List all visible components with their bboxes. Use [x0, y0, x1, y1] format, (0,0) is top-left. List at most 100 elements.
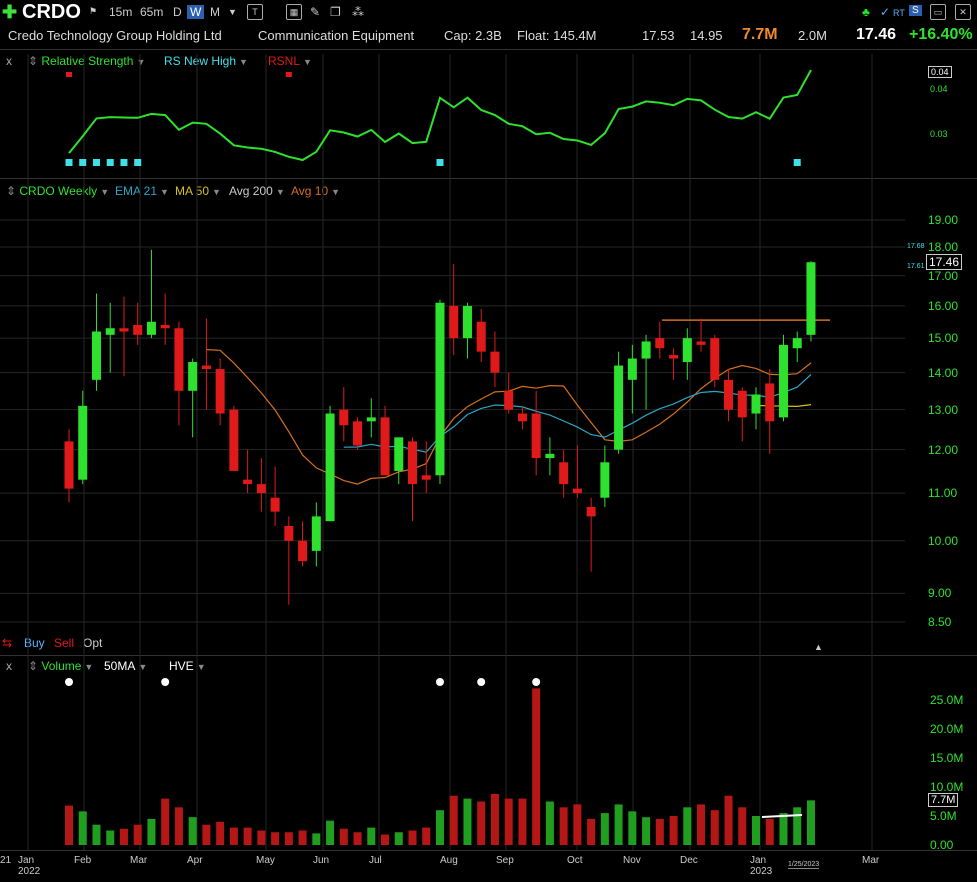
- candle-body: [421, 475, 431, 480]
- hve-dot: [477, 678, 486, 686]
- candle-body: [270, 497, 280, 512]
- candle-body: [682, 338, 692, 363]
- candle-body: [91, 331, 101, 380]
- candle-body: [188, 362, 198, 391]
- volume-bar: [229, 827, 238, 845]
- volume-bar: [532, 688, 541, 845]
- hve-dot: [435, 678, 444, 686]
- candle-body: [627, 358, 637, 380]
- candle-body: [325, 413, 335, 522]
- candle-body: [737, 390, 747, 418]
- volume-bar: [614, 804, 623, 845]
- volume-bar: [216, 821, 225, 845]
- volume-bar: [806, 800, 815, 845]
- volume-bar: [710, 810, 719, 845]
- candle-body: [600, 462, 610, 498]
- candle-body: [641, 341, 651, 359]
- candle-body: [545, 453, 555, 459]
- candle-body: [201, 365, 211, 370]
- volume-bar: [174, 807, 183, 845]
- hve-dot: [532, 678, 541, 686]
- candle-body: [751, 394, 761, 414]
- volume-bar: [119, 828, 128, 845]
- volume-bar: [655, 818, 664, 845]
- volume-bar: [793, 807, 802, 845]
- rs-new-high-marker: [92, 159, 100, 166]
- volume-bar: [422, 827, 431, 845]
- volume-bar: [284, 832, 293, 845]
- candle-body: [174, 328, 184, 391]
- chart-canvas[interactable]: [0, 0, 977, 882]
- candle-body: [559, 462, 569, 485]
- rs-new-high-marker: [65, 159, 73, 166]
- candle-body: [765, 383, 775, 422]
- candle-body: [724, 379, 734, 410]
- volume-bar: [600, 813, 609, 845]
- volume-bar: [339, 828, 348, 845]
- volume-bar: [381, 834, 390, 845]
- candle-body: [462, 305, 472, 339]
- candle-body: [105, 328, 115, 335]
- volume-bar: [147, 818, 156, 845]
- candle-body: [366, 417, 376, 422]
- volume-bar: [477, 801, 486, 845]
- volume-bar: [724, 795, 733, 845]
- rs-new-high-marker: [79, 159, 87, 166]
- avg10-line: [206, 349, 812, 485]
- candle-body: [792, 338, 802, 349]
- candle-body: [435, 302, 445, 476]
- candle-body: [229, 409, 239, 471]
- volume-bar: [92, 824, 101, 845]
- candle-body: [78, 405, 88, 480]
- candle-body: [256, 484, 266, 494]
- candle-body: [339, 409, 349, 426]
- candle-body: [614, 365, 624, 450]
- rs-new-high-marker: [793, 159, 801, 166]
- volume-bar: [312, 833, 321, 845]
- volume-bar: [504, 798, 513, 845]
- volume-bar: [353, 832, 362, 845]
- candle-body: [710, 338, 720, 380]
- candle-body: [353, 421, 363, 446]
- volume-bar: [243, 827, 252, 845]
- volume-bar: [779, 813, 788, 845]
- volume-bar: [257, 830, 266, 845]
- volume-bar: [628, 811, 637, 845]
- volume-bar: [188, 817, 197, 845]
- candle-body: [778, 344, 788, 418]
- candle-body: [215, 369, 225, 414]
- volume-bar: [394, 832, 403, 845]
- volume-bar: [738, 807, 747, 845]
- volume-bar: [697, 804, 706, 845]
- candle-body: [531, 413, 541, 459]
- rs-new-high-marker: [436, 159, 444, 166]
- candle-body: [311, 516, 321, 551]
- volume-bar: [408, 830, 417, 845]
- rsnl-marker: [285, 72, 292, 77]
- volume-bar: [161, 798, 170, 845]
- volume-bar: [326, 820, 335, 845]
- volume-bar: [298, 830, 307, 845]
- rsnl-marker: [66, 72, 72, 77]
- candle-body: [655, 338, 665, 349]
- volume-bar: [435, 810, 444, 845]
- volume-bar: [545, 801, 554, 845]
- candle-body: [572, 488, 582, 494]
- volume-bar: [490, 793, 499, 845]
- candle-body: [394, 437, 404, 471]
- candle-body: [119, 328, 129, 332]
- candle-body: [284, 526, 294, 541]
- rs-new-high-marker: [120, 159, 128, 166]
- volume-bar: [202, 824, 211, 845]
- candle-body: [64, 441, 74, 489]
- volume-bar: [752, 816, 760, 845]
- volume-bar: [78, 811, 87, 845]
- candle-body: [298, 540, 308, 562]
- candle-body: [696, 341, 706, 345]
- volume-bar: [65, 805, 73, 845]
- candle-body: [490, 351, 500, 373]
- candle-body: [476, 321, 486, 352]
- volume-bar: [573, 804, 582, 845]
- relative-strength-line: [68, 69, 812, 162]
- candle-body: [133, 324, 143, 335]
